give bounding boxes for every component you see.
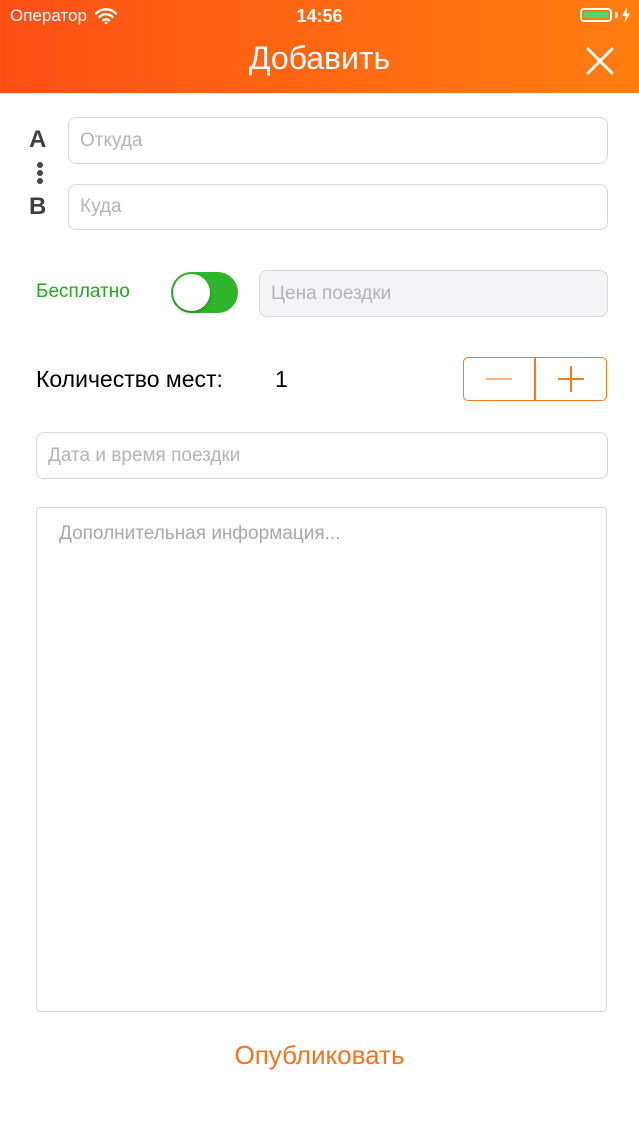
minus-icon xyxy=(486,378,513,380)
to-input[interactable] xyxy=(68,184,608,230)
close-icon[interactable] xyxy=(583,44,617,78)
battery-icon xyxy=(580,7,631,23)
toggle-knob xyxy=(173,274,210,311)
free-label: Бесплатно xyxy=(36,281,130,302)
route-dots-icon xyxy=(36,162,44,186)
decrease-seats-button[interactable] xyxy=(464,358,534,400)
charging-bolt-icon xyxy=(622,7,630,23)
price-input[interactable] xyxy=(259,270,608,317)
page-title: Добавить xyxy=(248,40,391,76)
additional-info-textarea[interactable] xyxy=(36,507,607,1012)
datetime-input[interactable] xyxy=(36,432,608,479)
plus-icon xyxy=(557,366,584,392)
seats-count: 1 xyxy=(275,366,288,392)
publish-button[interactable]: Опубликовать xyxy=(0,1040,639,1071)
route-from-marker: A xyxy=(29,126,47,153)
route-to-marker: B xyxy=(29,193,47,220)
seats-label: Количество мест: xyxy=(36,366,223,392)
battery-level-fill xyxy=(584,12,608,18)
from-input[interactable] xyxy=(68,117,608,164)
navigation-header: Оператор 14:56 Добавить xyxy=(0,0,639,93)
increase-seats-button[interactable] xyxy=(536,358,606,400)
seats-stepper xyxy=(463,357,607,401)
free-toggle[interactable] xyxy=(171,272,238,313)
status-time: 14:56 xyxy=(296,6,343,26)
